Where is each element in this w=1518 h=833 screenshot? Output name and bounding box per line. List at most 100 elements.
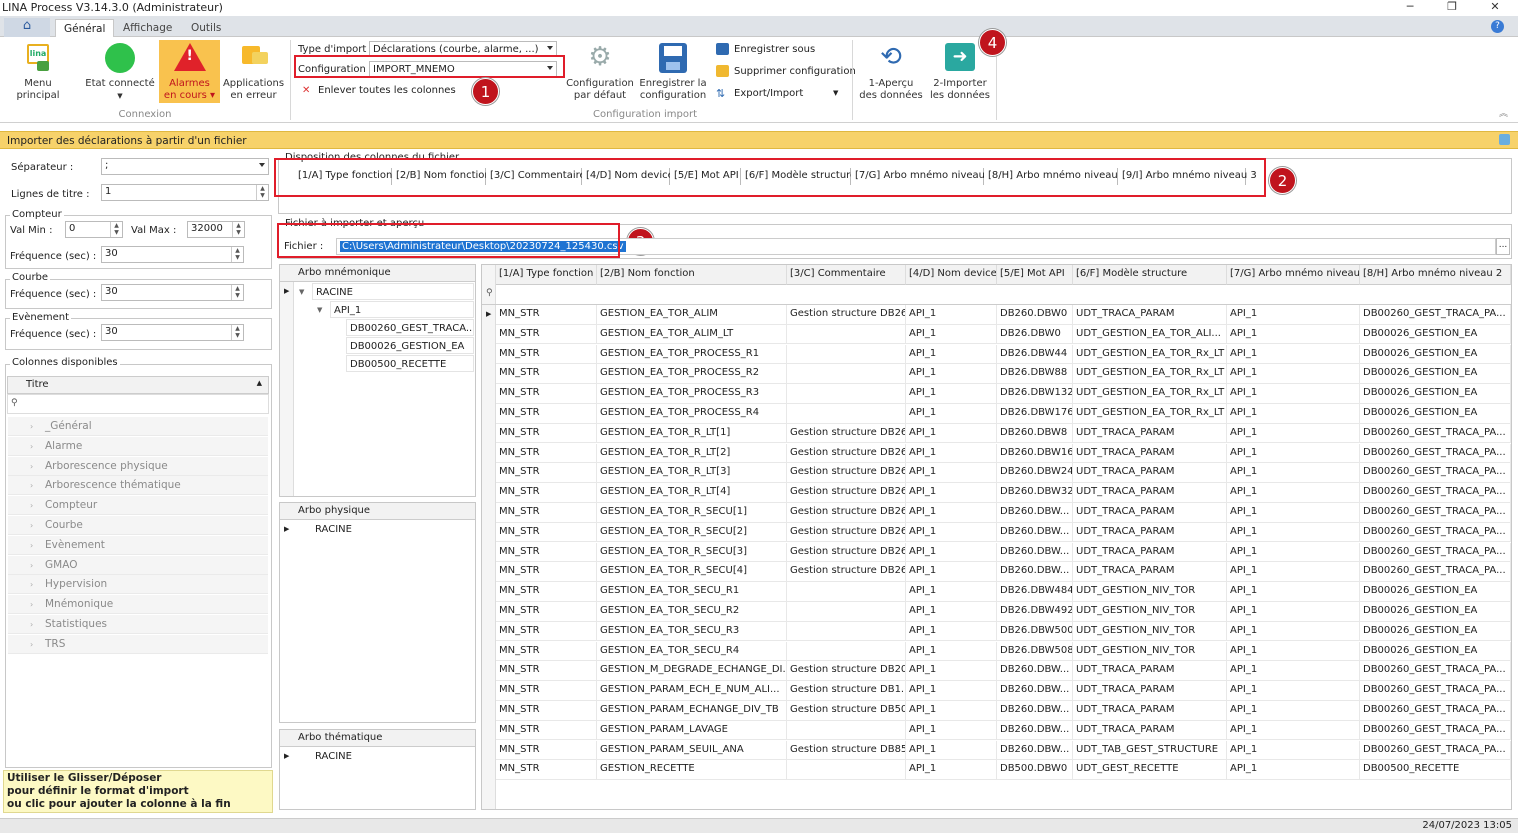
available-category-item[interactable]: › Arborescence physique (8, 456, 268, 476)
tree-node-racine[interactable]: RACINE (312, 521, 474, 538)
table-row[interactable]: MN_STR GESTION_EA_TOR_PROCESS_R1 API_1 DB26… (482, 344, 1511, 365)
browse-button[interactable]: ... (1496, 238, 1510, 255)
default-config-button[interactable]: ⚙ Configuration par défaut (565, 41, 635, 102)
delete-config-button[interactable]: Supprimer configuration (734, 66, 856, 77)
spin-arrows-icon[interactable]: ▲ ▼ (232, 222, 244, 237)
spin-arrows-icon[interactable]: ▲ ▼ (231, 285, 243, 300)
table-row[interactable]: MN_STR GESTION_EA_TOR_PROCESS_R3 API_1 DB26… (482, 384, 1511, 404)
connection-state-button[interactable]: Etat connecté ▼ (85, 41, 155, 102)
expand-arrow-icon[interactable]: › (30, 417, 33, 436)
table-row[interactable]: MN_STR GESTION_PARAM_ECHANGE_DIV_TB Gestio… (482, 701, 1511, 721)
table-row[interactable]: MN_STR GESTION_EA_TOR_R_LT[4] Gestion stru… (482, 483, 1511, 503)
grid-column-header[interactable]: [4/D] Nom device (906, 265, 997, 285)
grid-filter-row[interactable]: ⚲ (482, 285, 1511, 305)
curve-freq-stepper[interactable]: 30 ▲ ▼ (101, 284, 244, 301)
table-row[interactable]: MN_STR GESTION_EA_TOR_R_SECU[1] Gestion st… (482, 503, 1511, 523)
event-freq-stepper[interactable]: 30 ▲ ▼ (101, 324, 244, 341)
available-category-item[interactable]: › Arborescence thématique (8, 476, 268, 496)
table-row[interactable]: MN_STR GESTION_EA_TOR_R_LT[1] Gestion stru… (482, 423, 1511, 444)
val-max-stepper[interactable]: 32000 ▲ ▼ (187, 221, 245, 238)
counter-freq-stepper[interactable]: 30 ▲ ▼ (101, 246, 244, 263)
table-row[interactable]: MN_STR GESTION_EA_TOR_ALIM_LT API_1 DB26.DB… (482, 324, 1511, 345)
save-as-button[interactable]: Enregistrer sous (734, 44, 815, 55)
tab-general[interactable]: Général (55, 19, 115, 37)
alarms-button[interactable]: ! Alarmes en cours ▾ (159, 40, 220, 103)
table-row[interactable]: MN_STR GESTION_EA_TOR_R_SECU[3] Gestion st… (482, 542, 1511, 563)
expand-arrow-icon[interactable]: › (30, 516, 33, 535)
restore-button[interactable]: ❐ (1437, 0, 1467, 16)
available-category-item[interactable]: › GMAO (8, 555, 268, 575)
expand-chevron-icon[interactable]: ▼ (299, 288, 304, 296)
tree-node-child[interactable]: DB00500_RECETTE (346, 355, 474, 372)
table-row[interactable]: ▶ MN_STR GESTION_EA_TOR_ALIM Gestion struct… (482, 305, 1511, 325)
expand-arrow-icon[interactable]: › (30, 575, 33, 594)
expand-chevron-icon[interactable]: ▼ (317, 306, 322, 314)
expand-arrow-icon[interactable]: › (30, 437, 33, 456)
tab-tools[interactable]: Outils (183, 19, 229, 37)
table-row[interactable]: MN_STR GESTION_EA_TOR_PROCESS_R2 API_1 DB26… (482, 364, 1511, 385)
tree-node-racine[interactable]: RACINE (312, 283, 474, 300)
tab-view[interactable]: Affichage (115, 19, 180, 37)
table-row[interactable]: MN_STR GESTION_PARAM_SEUIL_ANA Gestion str… (482, 740, 1511, 761)
expand-arrow-icon[interactable]: › (30, 595, 33, 614)
table-row[interactable]: MN_STR GESTION_M_DEGRADE_ECHANGE_DI... Ges… (482, 661, 1511, 682)
available-category-item[interactable]: › Evènement (8, 535, 268, 555)
grid-column-header[interactable]: [3/C] Commentaire (787, 265, 906, 285)
table-row[interactable]: MN_STR GESTION_EA_TOR_SECU_R4 API_1 DB26.DB… (482, 641, 1511, 662)
spin-arrows-icon[interactable]: ▲ ▼ (110, 222, 122, 237)
grid-column-header[interactable]: [2/B] Nom fonction (597, 265, 787, 285)
tree-node-racine[interactable]: RACINE (312, 748, 474, 765)
available-columns-header[interactable]: Titre ▲ (7, 376, 269, 394)
table-row[interactable]: MN_STR GESTION_EA_TOR_R_SECU[4] Gestion st… (482, 562, 1511, 583)
tree-node-child[interactable]: DB00260_GEST_TRACA... (346, 319, 474, 336)
table-row[interactable]: MN_STR GESTION_EA_TOR_SECU_R3 API_1 DB26.DB… (482, 621, 1511, 642)
grid-column-header[interactable]: [7/G] Arbo mnémo niveau 1 (1227, 265, 1360, 285)
help-icon[interactable]: ? (1491, 20, 1504, 33)
preview-button[interactable]: ⟲ 1-Aperçu des données (858, 41, 924, 102)
available-category-item[interactable]: › Alarme (8, 436, 268, 456)
table-row[interactable]: MN_STR GESTION_EA_TOR_PROCESS_R4 API_1 DB26… (482, 404, 1511, 424)
expand-arrow-icon[interactable]: › (30, 615, 33, 634)
table-row[interactable]: MN_STR GESTION_RECETTE API_1 DB500.DBW0 UDT_… (482, 760, 1511, 781)
collapse-ribbon-icon[interactable]: ︽ (1499, 106, 1508, 119)
grid-column-header[interactable]: [8/H] Arbo mnémo niveau 2 (1360, 265, 1511, 285)
spin-arrows-icon[interactable]: ▲ ▼ (256, 185, 268, 200)
minimize-button[interactable]: ─ (1395, 0, 1425, 16)
table-row[interactable]: MN_STR GESTION_EA_TOR_R_SECU[2] Gestion st… (482, 522, 1511, 543)
save-config-button[interactable]: Enregistrer la configuration (637, 41, 709, 102)
spin-arrows-icon[interactable]: ▲ ▼ (231, 325, 243, 340)
expand-arrow-icon[interactable]: › (30, 556, 33, 575)
available-category-item[interactable]: › TRS (8, 634, 268, 654)
table-row[interactable]: MN_STR GESTION_PARAM_ECH_E_NUM_ALI... Gest… (482, 681, 1511, 701)
expand-arrow-icon[interactable]: › (30, 457, 33, 476)
table-row[interactable]: MN_STR GESTION_EA_TOR_SECU_R1 API_1 DB26.DB… (482, 582, 1511, 602)
grid-column-header[interactable]: [5/E] Mot API (997, 265, 1073, 285)
table-row[interactable]: MN_STR GESTION_EA_TOR_R_LT[3] Gestion stru… (482, 463, 1511, 484)
available-category-item[interactable]: › _Général (8, 417, 268, 436)
tree-node-child[interactable]: DB00026_GESTION_EA (346, 337, 474, 354)
title-lines-stepper[interactable]: 1 ▲ ▼ (101, 184, 269, 201)
table-row[interactable]: MN_STR GESTION_PARAM_LAVAGE API_1 DB260.DBW… (482, 720, 1511, 741)
available-category-item[interactable]: › Mnémonique (8, 595, 268, 615)
expand-arrow-icon[interactable]: › (30, 635, 33, 654)
remove-columns-button[interactable]: Enlever toutes les colonnes (318, 85, 456, 96)
table-row[interactable]: MN_STR GESTION_EA_TOR_R_LT[2] Gestion stru… (482, 443, 1511, 464)
apps-error-button[interactable]: Applications en erreur (222, 41, 285, 102)
tree-node-api[interactable]: API_1 (330, 301, 474, 318)
separator-input[interactable]: ; (101, 158, 269, 175)
filter-row[interactable]: ⚲ (7, 394, 269, 414)
spin-arrows-icon[interactable]: ▲ ▼ (231, 247, 243, 262)
expand-arrow-icon[interactable]: › (30, 496, 33, 515)
grid-column-header[interactable]: [6/F] Modèle structure (1073, 265, 1227, 285)
menu-main-button[interactable]: lina Menu principal (3, 41, 73, 102)
grid-column-header[interactable]: [1/A] Type fonction (496, 265, 597, 285)
available-category-item[interactable]: › Hypervision (8, 575, 268, 595)
home-tab[interactable]: ⌂ (4, 18, 50, 37)
expand-arrow-icon[interactable]: › (30, 536, 33, 555)
table-row[interactable]: MN_STR GESTION_EA_TOR_SECU_R2 API_1 DB26.DB… (482, 602, 1511, 622)
val-min-stepper[interactable]: 0 ▲ ▼ (65, 221, 123, 238)
available-category-item[interactable]: › Statistiques (8, 615, 268, 634)
export-import-button[interactable]: Export/Import (734, 88, 803, 99)
expand-arrow-icon[interactable]: › (30, 476, 33, 495)
close-button[interactable]: ✕ (1480, 0, 1510, 16)
